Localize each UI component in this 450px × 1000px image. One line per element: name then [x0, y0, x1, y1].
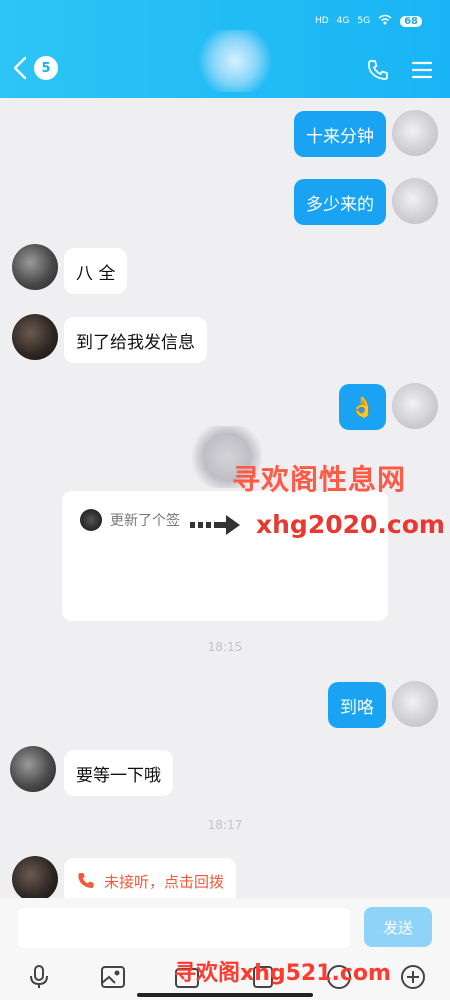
chat-header: HD 4G 5G 68 5 [0, 0, 450, 98]
hd-indicator: HD [314, 16, 329, 26]
microphone-icon[interactable] [26, 964, 52, 990]
contact-avatar-small [80, 509, 102, 531]
phone-icon[interactable] [366, 58, 390, 82]
timestamp: 18:17 [207, 818, 243, 832]
watermark-url: xhg2020.com [256, 510, 445, 539]
message-bubble-incoming[interactable]: 要等一下哦 [64, 750, 173, 796]
message-bubble-incoming[interactable]: 到了给我发信息 [64, 317, 207, 363]
message-bubble-outgoing[interactable]: 十来分钟 [294, 111, 386, 157]
message-bubble-outgoing[interactable]: 到咯 [328, 682, 386, 728]
message-bubble-outgoing[interactable]: 多少来的 [294, 179, 386, 225]
my-avatar[interactable] [392, 681, 438, 727]
battery-indicator: 68 [400, 15, 422, 27]
phone-missed-icon [78, 873, 94, 888]
home-indicator [137, 993, 313, 997]
missed-call-label: 未接听，点击回拨 [104, 872, 225, 891]
message-input[interactable] [18, 908, 350, 948]
wifi-icon [378, 14, 392, 28]
my-avatar[interactable] [392, 110, 438, 156]
arrow-right-icon [190, 515, 240, 535]
contact-avatar[interactable] [12, 314, 58, 360]
contact-name-blurred [196, 30, 274, 92]
back-button[interactable]: 5 [12, 56, 58, 80]
image-icon[interactable] [100, 964, 126, 990]
my-avatar[interactable] [392, 178, 438, 224]
watermark-text: 寻欢阁性息网 [232, 463, 407, 496]
contact-avatar[interactable] [12, 856, 58, 902]
contact-avatar[interactable] [12, 244, 58, 290]
my-avatar[interactable] [392, 383, 438, 429]
chevron-left-icon [13, 56, 27, 80]
contact-avatar[interactable] [10, 746, 56, 792]
plus-icon[interactable] [400, 964, 426, 990]
send-button[interactable]: 发送 [364, 907, 432, 947]
network-4g-icon: 4G [336, 16, 350, 26]
network-5g-icon: 5G [357, 16, 371, 26]
message-bubble-outgoing-emoji[interactable]: 👌 [339, 384, 386, 430]
unread-badge: 5 [34, 56, 58, 80]
timestamp: 18:15 [207, 640, 243, 654]
menu-icon[interactable] [410, 58, 434, 82]
watermark-bottom: 寻欢阁xhg521.com [174, 961, 391, 986]
message-bubble-incoming[interactable]: 八 全 [64, 248, 128, 294]
status-bar: HD 4G 5G 68 [315, 14, 422, 28]
card-text: 更新了个签 [110, 513, 180, 529]
